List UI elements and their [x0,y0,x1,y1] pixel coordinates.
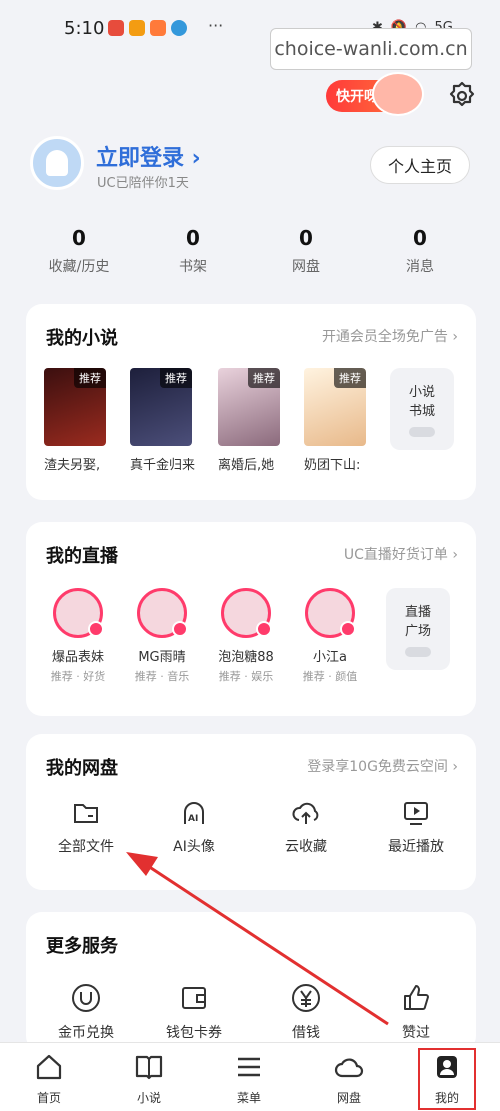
ai-avatar-icon: AI [184,802,204,824]
arrow-pill-icon [409,427,435,437]
annotation-highlight-box [418,1048,476,1110]
live-orders-link[interactable]: UC直播好货订单 › [344,544,458,564]
liked-button[interactable]: 赞过 [366,982,466,1042]
menu-icon [238,1057,260,1077]
thumbs-up-icon [404,985,429,1010]
streamer-item[interactable]: MG雨晴 推荐 · 音乐 [122,588,202,684]
my-live-card: 我的直播 UC直播好货订单 › 爆品表妹 推荐 · 好货 MG雨晴 推荐 · 音乐 … [26,522,476,716]
home-icon [36,1054,62,1080]
all-files-button[interactable]: 全部文件 [36,798,136,856]
live-badge-icon [172,621,188,637]
services-title: 更多服务 [46,936,118,957]
streamer-avatar [53,588,104,638]
book-cover: 推荐 [44,368,106,446]
my-disk-card: 我的网盘 登录享10G免费云空间 › 全部文件 AI AI头像 云收藏 最近播放 [26,734,476,890]
nav-menu[interactable]: 菜单 [214,1053,284,1106]
book-icon [135,1055,163,1080]
live-title: 我的直播 [46,546,118,567]
streamer-avatar [221,588,272,638]
book-item[interactable]: 推荐 奶团下山: [304,368,382,473]
book-cover: 推荐 [130,368,192,446]
stat-messages[interactable]: 0 消息 [375,226,465,276]
arrow-pill-icon [405,647,431,657]
novels-title: 我的小说 [46,328,118,349]
status-time: 5:10 [64,18,105,39]
coin-icon [72,984,100,1012]
streamer-avatar [305,588,356,638]
notification-icons [108,20,187,36]
book-cover: 推荐 [218,368,280,446]
novel-store-button[interactable]: 小说 书城 [390,368,454,450]
book-item[interactable]: 推荐 离婚后,她 [218,368,296,473]
novels-vip-link[interactable]: 开通会员全场免广告 › [322,326,458,346]
nav-novel[interactable]: 小说 [114,1053,184,1106]
live-plaza-button[interactable]: 直播 广场 [386,588,450,670]
stat-favorites-history[interactable]: 0 收藏/历史 [34,226,124,276]
live-badge-icon [340,621,356,637]
nav-home[interactable]: 首页 [14,1053,84,1106]
disk-login-link[interactable]: 登录享10G免费云空间 › [307,756,458,776]
streamer-item[interactable]: 爆品表妹 推荐 · 好货 [38,588,118,684]
svg-text:AI: AI [188,814,198,824]
watermark: choice-wanli.com.cn [270,28,472,70]
wallet-icon [182,987,206,1009]
book-item[interactable]: 推荐 渣夫另娶, [44,368,122,473]
yuan-icon [292,984,320,1012]
borrow-money-button[interactable]: 借钱 [256,982,356,1042]
ai-avatar-button[interactable]: AI AI头像 [144,798,244,856]
live-badge-icon [256,621,272,637]
streamer-item[interactable]: 泡泡糖88 推荐 · 娱乐 [206,588,286,684]
folder-icon [74,804,98,823]
nav-disk[interactable]: 网盘 [314,1053,384,1106]
wallet-button[interactable]: 钱包卡券 [144,982,244,1042]
disk-title: 我的网盘 [46,758,118,779]
login-link[interactable]: 立即登录 › [96,140,201,172]
book-cover: 推荐 [304,368,366,446]
login-subtitle: UC已陪伴你1天 [97,176,189,191]
settings-gear-icon[interactable] [446,80,478,112]
cloud-favorites-button[interactable]: 云收藏 [256,798,356,856]
book-item[interactable]: 推荐 真千金归来 [130,368,208,473]
pig-mascot-icon[interactable] [372,72,424,116]
cloud-upload-icon [292,802,319,824]
streamer-item[interactable]: 小江a 推荐 · 颜值 [290,588,370,684]
avatar[interactable] [30,136,84,190]
streamer-avatar [137,588,188,638]
status-more-icon: ··· [208,16,224,35]
play-screen-icon [404,802,428,825]
stat-bookshelf[interactable]: 0 书架 [148,226,238,276]
personal-home-button[interactable]: 个人主页 [370,146,470,184]
my-novels-card: 我的小说 开通会员全场免广告 › 推荐 渣夫另娶, 推荐 真千金归来 推荐 离婚… [26,304,476,500]
live-badge-icon [88,621,104,637]
coin-exchange-button[interactable]: 金币兑换 [36,982,136,1042]
cloud-icon [334,1058,364,1078]
recent-play-button[interactable]: 最近播放 [366,798,466,856]
stat-netdisk[interactable]: 0 网盘 [261,226,351,276]
more-services-card: 更多服务 金币兑换 钱包卡券 借钱 赞过 [26,912,476,1052]
